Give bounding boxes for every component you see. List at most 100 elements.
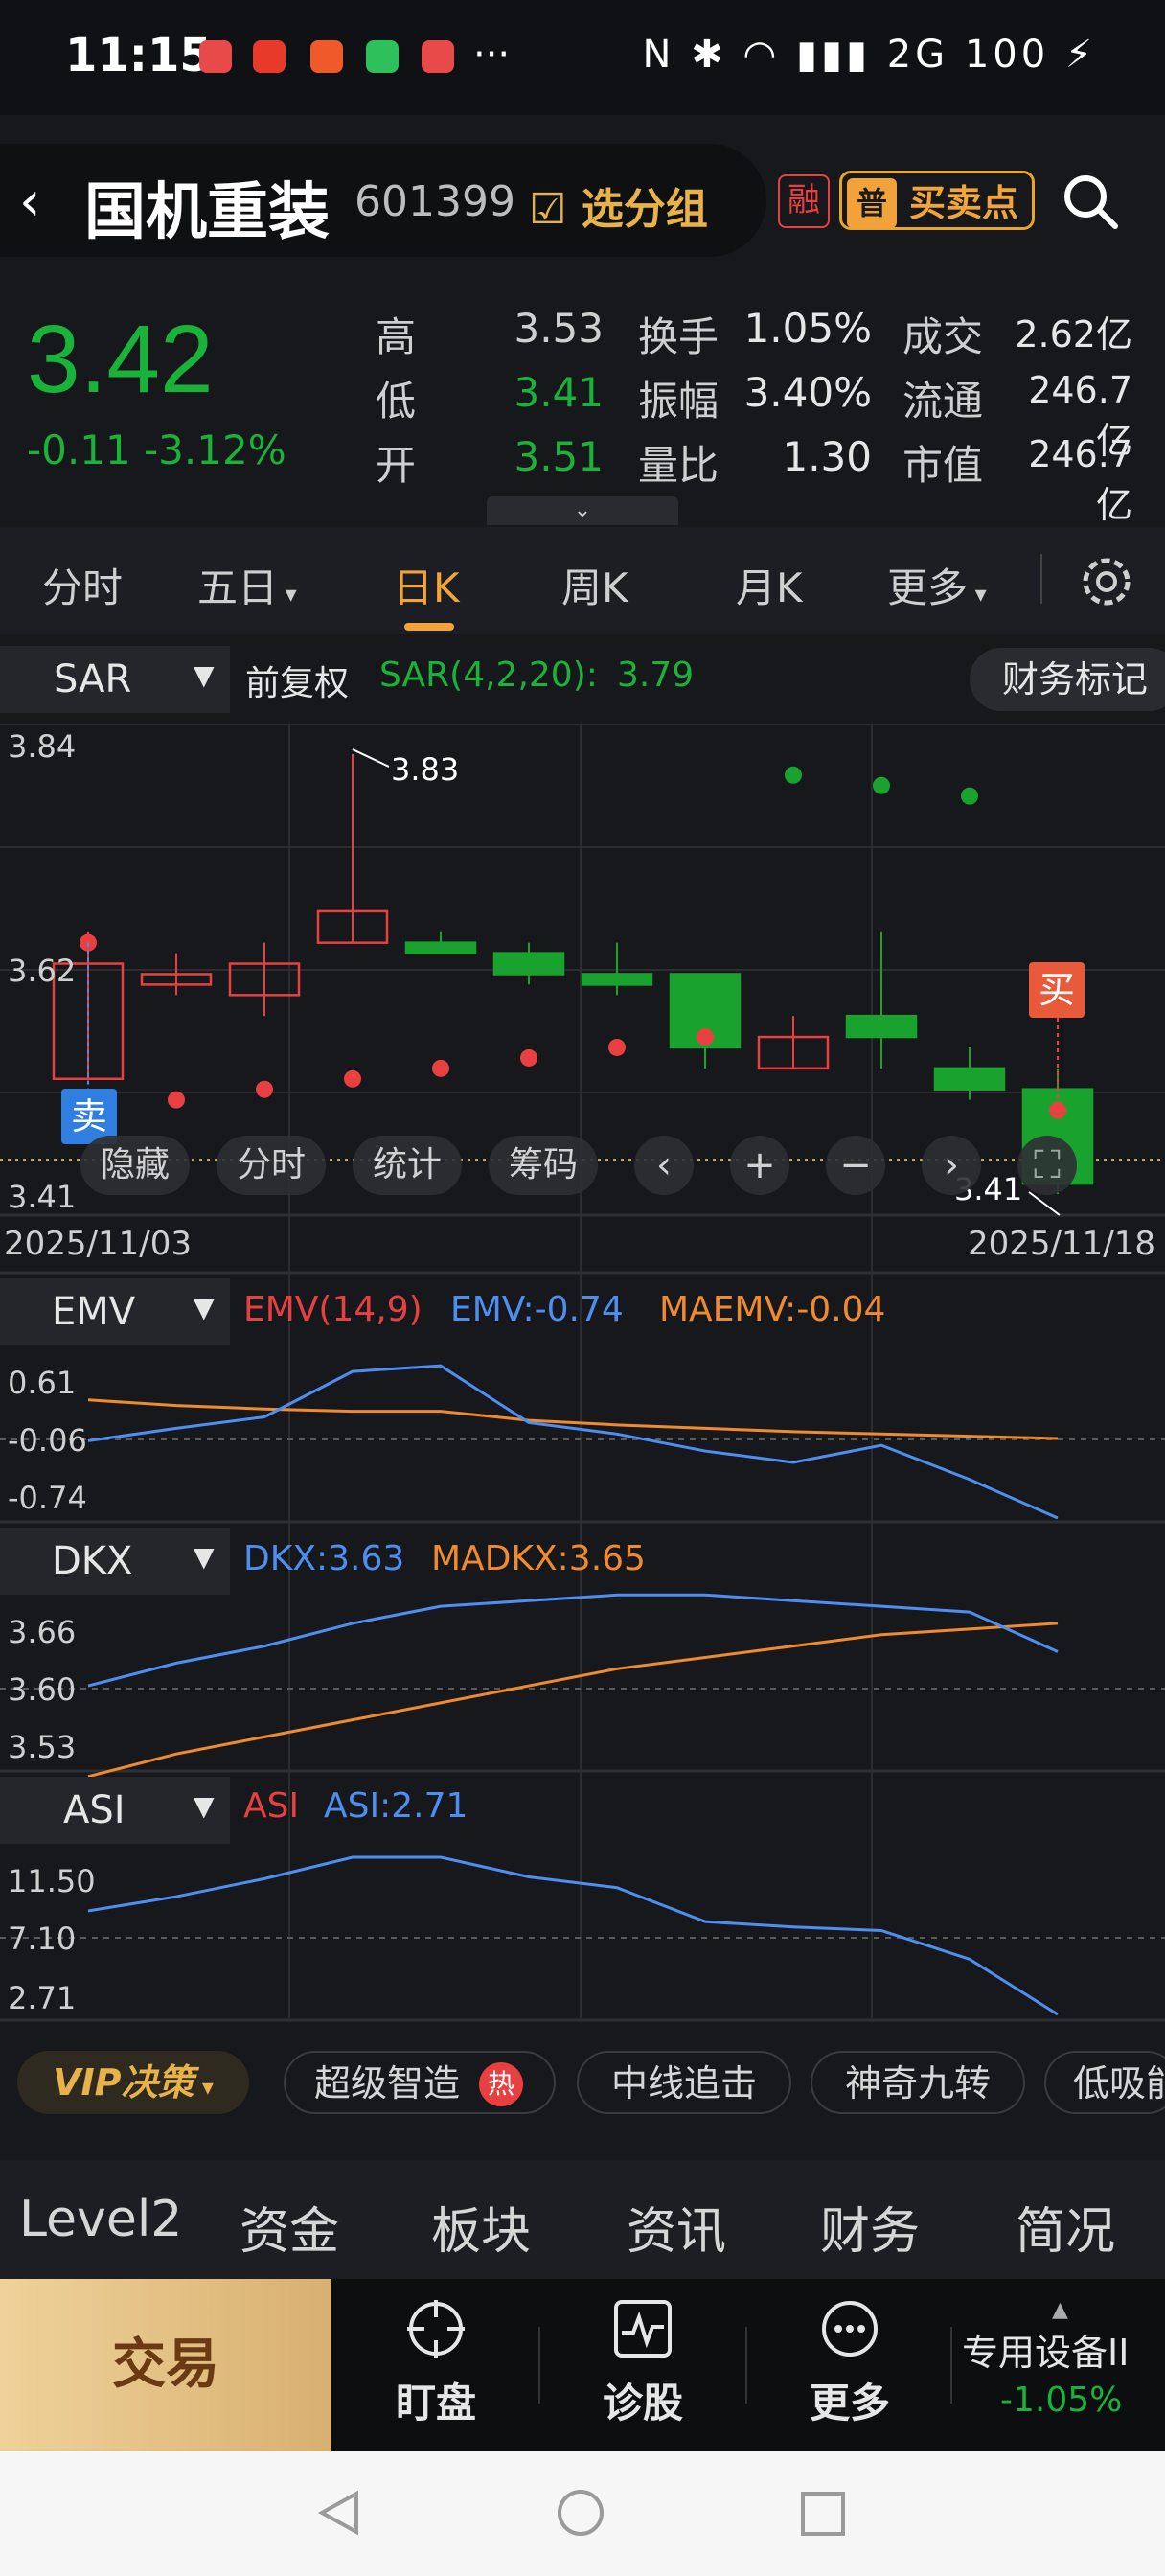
nav-recents-icon[interactable] <box>799 2490 847 2538</box>
tab-day-k[interactable]: 日K <box>393 556 460 614</box>
asi-selector-label: ASI <box>63 1788 126 1832</box>
date-end: 2025/11/18 <box>968 1225 1155 1263</box>
dkx-selector-label: DKX <box>52 1539 133 1583</box>
status-time: 11:15 <box>65 29 212 82</box>
quote-value: 246.7亿 <box>1028 433 1132 526</box>
strategy-chip[interactable]: 低吸能 <box>1044 2051 1165 2114</box>
quote-value: 3.53 <box>514 305 604 352</box>
chevron-right-icon[interactable]: › <box>922 1136 981 1195</box>
finance-mark-button[interactable]: 财务标记 <box>970 648 1165 711</box>
sar-dot <box>520 1048 537 1067</box>
candle-body <box>492 952 565 976</box>
intraday-button[interactable]: 分时 <box>217 1136 326 1195</box>
notification-app-icon <box>253 40 286 73</box>
watch-label: 盯盘 <box>395 2380 476 2426</box>
quote-label: 振幅 <box>638 378 720 425</box>
quote-value: 3.40% <box>743 369 872 416</box>
zoom-out-icon[interactable]: − <box>826 1136 885 1195</box>
nav-home-icon[interactable] <box>556 2488 605 2538</box>
gear-icon[interactable] <box>1075 550 1138 613</box>
dkx-selector[interactable]: DKX ▼ <box>0 1528 230 1595</box>
sar-y-label: 3.62 <box>8 953 77 989</box>
quote-value: 3.51 <box>514 433 604 480</box>
high-leader-line <box>352 748 390 768</box>
asi-y-label: 7.10 <box>8 1920 77 1957</box>
tab-sector[interactable]: 板块 <box>431 2191 531 2263</box>
sar-dot <box>961 787 978 805</box>
candle-body <box>581 973 653 986</box>
tab-intraday[interactable]: 分时 <box>42 556 123 614</box>
sar-y-label: 3.84 <box>8 728 77 765</box>
tab-funds[interactable]: 资金 <box>240 2191 339 2263</box>
tab-divider <box>1040 554 1042 604</box>
trade-button[interactable]: 交易 <box>0 2279 331 2451</box>
tab-news[interactable]: 资讯 <box>627 2191 726 2263</box>
emv-selector-label: EMV <box>52 1290 136 1334</box>
more-label: 更多 <box>809 2380 890 2426</box>
tab-five-day[interactable]: 五日 ▾ <box>197 556 297 614</box>
buysell-icon: 普 <box>847 178 897 228</box>
chips-button[interactable]: 筹码 <box>489 1136 598 1195</box>
diagnose-label: 诊股 <box>602 2380 683 2426</box>
more-notifications-icon: ··· <box>473 33 511 77</box>
tab-level2[interactable]: Level2 <box>19 2191 182 2248</box>
watch-button[interactable]: 盯盘 <box>364 2298 508 2429</box>
buy-marker[interactable]: 买 <box>1029 962 1085 1018</box>
more-button[interactable]: 更多 <box>778 2298 922 2429</box>
emv-name: EMV(14,9) <box>243 1290 423 1329</box>
strategy-chip[interactable]: 神奇九转 <box>811 2051 1025 2114</box>
asi-line <box>87 1855 1059 2016</box>
divider <box>950 2327 952 2404</box>
vip-decision-chip[interactable]: VIP决策 ▾ <box>17 2051 249 2114</box>
search-icon[interactable] <box>1060 171 1121 232</box>
chevron-left-icon[interactable]: ‹ <box>634 1136 694 1195</box>
strategy-chip[interactable]: 中线追击 <box>577 2051 791 2114</box>
sector-change: -1.05% <box>1000 2380 1123 2420</box>
collapse-quote-icon[interactable]: ⌄ <box>487 496 678 525</box>
quote-label: 高 <box>376 313 417 360</box>
fullscreen-icon[interactable]: ⛶ <box>1017 1136 1077 1195</box>
sar-dot <box>168 1091 185 1109</box>
sar-dot <box>697 1028 714 1046</box>
statistics-button[interactable]: 统计 <box>353 1136 462 1195</box>
asi-value: ASI:2.71 <box>324 1786 468 1826</box>
maemv-value: MAEMV:-0.04 <box>659 1290 886 1329</box>
hide-button[interactable]: 隐藏 <box>80 1136 190 1195</box>
select-group-button[interactable]: ☑ 选分组 <box>529 174 708 236</box>
sar-dot <box>256 1080 273 1098</box>
quote-value: 1.05% <box>743 305 872 352</box>
high-price-label: 3.83 <box>391 751 460 788</box>
more-dots-icon <box>822 2301 878 2357</box>
quote-label: 市值 <box>902 442 984 489</box>
tab-profile[interactable]: 简况 <box>1016 2191 1115 2263</box>
back-icon[interactable]: ‹ <box>19 171 40 233</box>
nav-back-icon[interactable] <box>314 2488 364 2538</box>
emv-y-label: -0.74 <box>8 1480 87 1516</box>
tab-week-k[interactable]: 周K <box>561 556 628 614</box>
tab-month-k[interactable]: 月K <box>736 556 803 614</box>
sar-dot <box>785 766 802 784</box>
tab-more[interactable]: 更多 ▾ <box>887 556 987 614</box>
emv-line <box>87 1364 1059 1520</box>
margin-badge[interactable]: 融 <box>778 174 830 228</box>
quote-label: 换手 <box>638 313 720 360</box>
target-icon <box>407 2300 465 2358</box>
dropdown-icon: ▾ <box>278 581 297 608</box>
sar-selector[interactable]: SAR ▼ <box>0 646 230 713</box>
quote-value: 2.62亿 <box>1015 313 1132 356</box>
diagnose-button[interactable]: 诊股 <box>571 2298 715 2429</box>
current-price: 3.42 <box>27 306 214 413</box>
emv-selector[interactable]: EMV ▼ <box>0 1278 230 1346</box>
madkx-line <box>87 1622 1059 1779</box>
pulse-chart-icon <box>614 2300 672 2358</box>
sector-name[interactable]: 专用设备II <box>962 2323 1129 2376</box>
zoom-in-icon[interactable]: + <box>730 1136 789 1195</box>
divider <box>538 2327 540 2404</box>
quote-label: 开 <box>376 442 417 489</box>
adjust-mode[interactable]: 前复权 <box>245 656 349 705</box>
low-leader-line <box>1028 1191 1061 1216</box>
tab-finance[interactable]: 财务 <box>820 2191 920 2263</box>
emv-value: EMV:-0.74 <box>450 1290 624 1329</box>
asi-selector[interactable]: ASI ▼ <box>0 1777 230 1844</box>
notification-app-icon <box>310 40 343 73</box>
